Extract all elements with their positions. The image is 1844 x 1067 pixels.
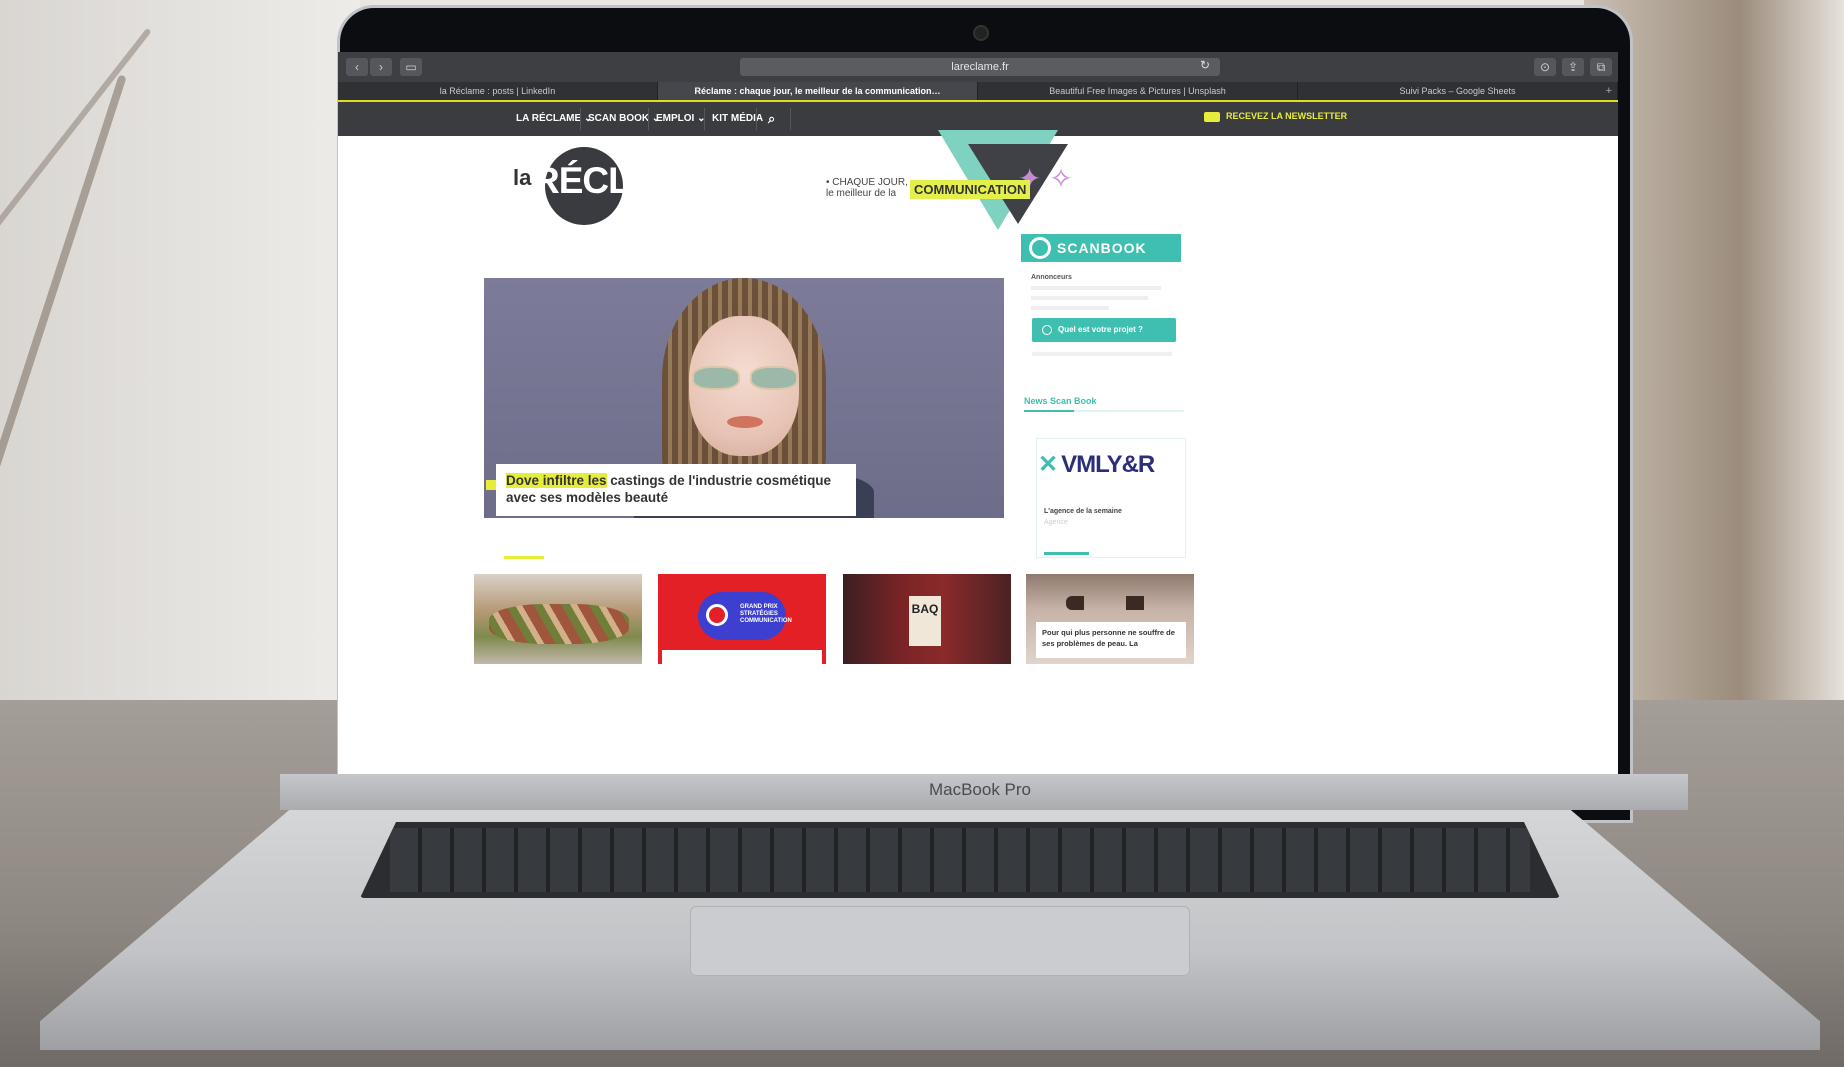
new-tab-icon[interactable]: + bbox=[1606, 82, 1612, 100]
sunglasses bbox=[692, 366, 802, 390]
sidebar-icon[interactable]: ▭ bbox=[400, 58, 422, 76]
search-icon bbox=[1042, 324, 1052, 335]
grand-prix-logo-text: GRAND PRIX STRATÉGIES COMMUNICATION bbox=[740, 604, 792, 624]
browser-toolbar: ‹ › ▭ lareclame.fr ↻ ⊙ ⇪ ⧉ bbox=[338, 52, 1618, 82]
tagline-line2: le meilleur de la bbox=[826, 188, 897, 199]
tagline-line1: • CHAQUE JOUR, bbox=[826, 177, 908, 188]
tab-la-reclame[interactable]: Réclame : chaque jour, le meilleur de la… bbox=[658, 82, 978, 100]
thumb-caption bbox=[662, 650, 822, 664]
sidebar-text-placeholder bbox=[1031, 286, 1161, 316]
agency-name: VMLY&R bbox=[1061, 451, 1155, 478]
newsletter-link[interactable]: RECEVEZ LA NEWSLETTER bbox=[1204, 111, 1347, 122]
nav-divider bbox=[704, 108, 705, 130]
agency-logo[interactable]: ✕ VMLY&R bbox=[1038, 450, 1155, 479]
agency-caption: L'agence de la semaine bbox=[1044, 508, 1122, 515]
site-logo[interactable]: la RÉCLAME bbox=[513, 147, 710, 225]
article-thumb-food[interactable] bbox=[474, 574, 642, 664]
lips bbox=[727, 416, 763, 428]
agency-card-bar bbox=[1044, 552, 1089, 555]
section-dash bbox=[504, 556, 544, 559]
project-button-label: Quel est votre projet ? bbox=[1058, 325, 1143, 334]
article-thumb-baq[interactable]: BAQ bbox=[843, 574, 1011, 664]
scanbook-mark-icon bbox=[1029, 237, 1051, 259]
share-icon[interactable]: ⇪ bbox=[1562, 58, 1584, 76]
forward-icon[interactable]: › bbox=[370, 58, 392, 76]
nav-divider bbox=[580, 108, 581, 130]
nav-scan-book[interactable]: SCAN BOOK ⌄ bbox=[588, 102, 660, 136]
grand-prix-logo: GRAND PRIX STRATÉGIES COMMUNICATION bbox=[698, 592, 792, 640]
face-eyes bbox=[1066, 596, 1156, 610]
trackpad bbox=[690, 906, 1190, 976]
nav-divider bbox=[648, 108, 649, 130]
mail-icon bbox=[1204, 111, 1220, 122]
sidebar-subtext bbox=[1032, 352, 1172, 356]
nav-divider bbox=[756, 108, 757, 130]
agency-sub: Agence bbox=[1044, 519, 1068, 526]
newsletter-label: RECEVEZ LA NEWSLETTER bbox=[1226, 111, 1348, 121]
tab-bar: la Réclame : posts | LinkedIn Réclame : … bbox=[338, 82, 1618, 100]
vmlyr-x-icon: ✕ bbox=[1038, 451, 1058, 478]
article-thumb-skin[interactable]: Pour qui plus personne ne souffre de ses… bbox=[1026, 574, 1194, 664]
model-label: MacBook Pro bbox=[928, 780, 1032, 799]
scanbook-logo[interactable]: SCANBOOK bbox=[1021, 234, 1181, 262]
tabs-overview-icon[interactable]: ⧉ bbox=[1590, 58, 1612, 76]
camera-icon bbox=[975, 27, 987, 39]
nav-divider bbox=[790, 108, 791, 130]
laptop-screen: ‹ › ▭ lareclame.fr ↻ ⊙ ⇪ ⧉ la Réclame : … bbox=[338, 52, 1618, 774]
logo-word: RÉCLAME bbox=[533, 160, 710, 201]
project-button[interactable]: Quel est votre projet ? bbox=[1032, 318, 1176, 342]
search-icon[interactable]: ⌕ bbox=[768, 102, 775, 136]
thumb-caption: Pour qui plus personne ne souffre de ses… bbox=[1036, 622, 1186, 658]
news-heading: News Scan Book bbox=[1024, 396, 1097, 406]
tab-unsplash[interactable]: Beautiful Free Images & Pictures | Unspl… bbox=[978, 82, 1298, 100]
background-wall-left bbox=[0, 0, 360, 720]
hero-title[interactable]: Dove infiltre les castings de l'industri… bbox=[496, 464, 856, 516]
tab-linkedin[interactable]: la Réclame : posts | LinkedIn bbox=[338, 82, 658, 100]
hero-title-highlight: Dove infiltre les bbox=[506, 473, 607, 488]
baq-sign: BAQ bbox=[909, 596, 941, 646]
back-icon[interactable]: ‹ bbox=[346, 58, 368, 76]
scanbook-label: SCANBOOK bbox=[1057, 240, 1147, 256]
tagline: • CHAQUE JOUR, le meilleur de la bbox=[826, 177, 908, 199]
tagline-highlight: COMMUNICATION bbox=[910, 180, 1031, 199]
logo-prefix: la bbox=[513, 165, 532, 190]
address-bar[interactable]: lareclame.fr bbox=[740, 58, 1220, 76]
tab-google-sheets[interactable]: Suivi Packs – Google Sheets bbox=[1298, 82, 1618, 100]
article-thumb-grand-prix[interactable]: GRAND PRIX STRATÉGIES COMMUNICATION bbox=[658, 574, 826, 664]
reload-icon[interactable]: ↻ bbox=[1200, 58, 1210, 72]
grand-prix-icon bbox=[706, 604, 728, 626]
download-icon[interactable]: ⊙ bbox=[1534, 58, 1556, 76]
news-heading-rule bbox=[1024, 410, 1184, 412]
keyboard bbox=[360, 822, 1560, 898]
annonceurs-label: Annonceurs bbox=[1031, 274, 1072, 281]
nav-emploi[interactable]: EMPLOI ⌄ bbox=[656, 102, 706, 136]
